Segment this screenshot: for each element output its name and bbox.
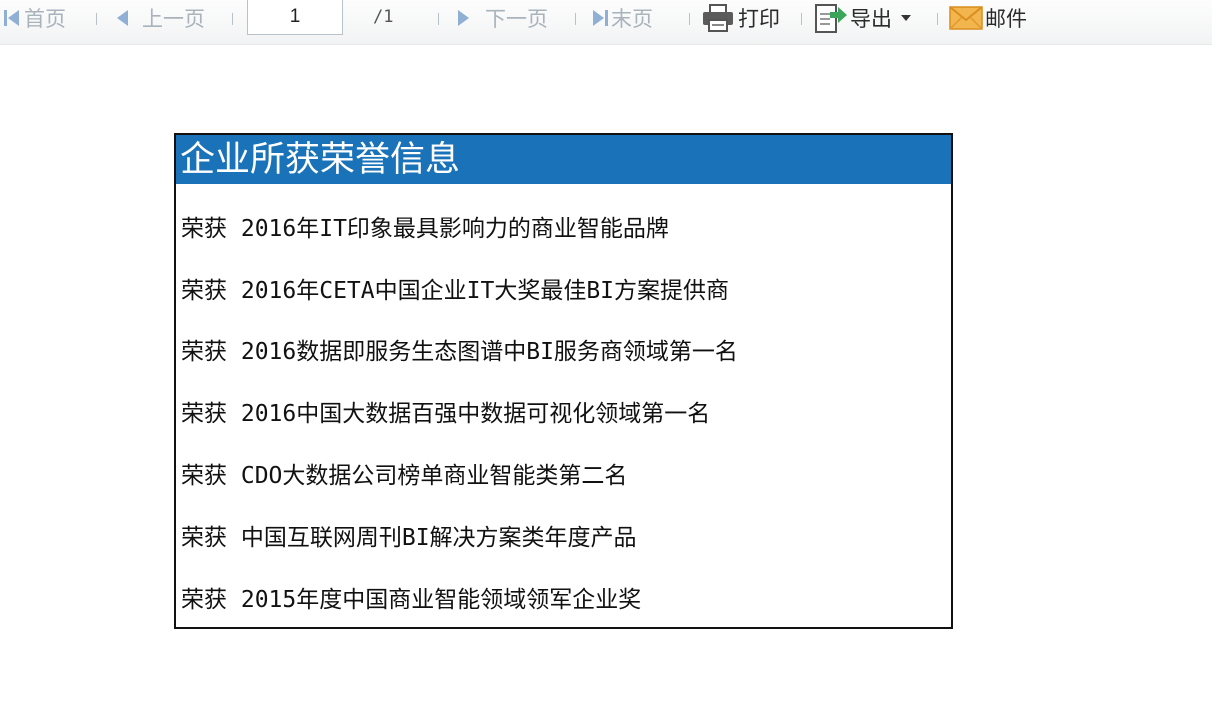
page-total: /1 — [373, 7, 394, 27]
prev-page-label: 上一页 — [142, 7, 205, 31]
next-page-icon — [458, 10, 469, 26]
panel-title: 企业所获荣誉信息 — [176, 135, 951, 184]
mail-button[interactable]: 邮件 — [949, 0, 1027, 36]
report-toolbar: 首页 上一页 /1 下一页 末页 打印 — [0, 0, 1212, 45]
honor-item: 荣获 CDO大数据公司榜单商业智能类第二名 — [181, 463, 628, 489]
honor-item: 荣获 2016中国大数据百强中数据可视化领域第一名 — [181, 401, 711, 427]
last-page-label: 末页 — [611, 7, 653, 31]
export-label: 导出 — [850, 7, 892, 31]
next-page-button[interactable]: 下一页 — [458, 0, 548, 36]
first-page-label: 首页 — [24, 7, 66, 31]
toolbar-separator — [438, 13, 439, 25]
page-number-input[interactable] — [247, 0, 343, 35]
last-page-icon — [593, 10, 604, 26]
mail-icon — [949, 6, 983, 30]
dropdown-caret-icon — [901, 15, 911, 21]
honors-panel: 企业所获荣誉信息 荣获 2016年IT印象最具影响力的商业智能品牌 荣获 201… — [174, 133, 953, 629]
printer-icon — [703, 4, 733, 32]
next-page-label: 下一页 — [485, 7, 548, 31]
honor-item: 荣获 2015年度中国商业智能领域领军企业奖 — [181, 587, 642, 613]
toolbar-separator — [937, 13, 938, 25]
honor-item: 荣获 2016数据即服务生态图谱中BI服务商领域第一名 — [181, 339, 738, 365]
toolbar-separator — [801, 13, 802, 25]
mail-label: 邮件 — [985, 7, 1027, 31]
toolbar-separator — [575, 13, 576, 25]
export-button[interactable]: 导出 — [814, 0, 911, 36]
first-page-button[interactable]: 首页 — [4, 0, 66, 36]
honor-item: 荣获 2016年IT印象最具影响力的商业智能品牌 — [181, 216, 669, 242]
toolbar-separator — [689, 13, 690, 25]
export-icon — [815, 4, 847, 33]
last-page-button[interactable]: 末页 — [593, 0, 653, 36]
prev-page-icon — [117, 10, 128, 26]
honor-item: 荣获 中国互联网周刊BI解决方案类年度产品 — [181, 525, 637, 551]
prev-page-button[interactable]: 上一页 — [117, 0, 205, 36]
print-button[interactable]: 打印 — [702, 0, 780, 36]
print-label: 打印 — [738, 7, 780, 31]
first-page-icon — [4, 10, 7, 26]
toolbar-separator — [232, 13, 233, 25]
honor-item: 荣获 2016年CETA中国企业IT大奖最佳BI方案提供商 — [181, 278, 730, 304]
toolbar-separator — [96, 13, 97, 25]
